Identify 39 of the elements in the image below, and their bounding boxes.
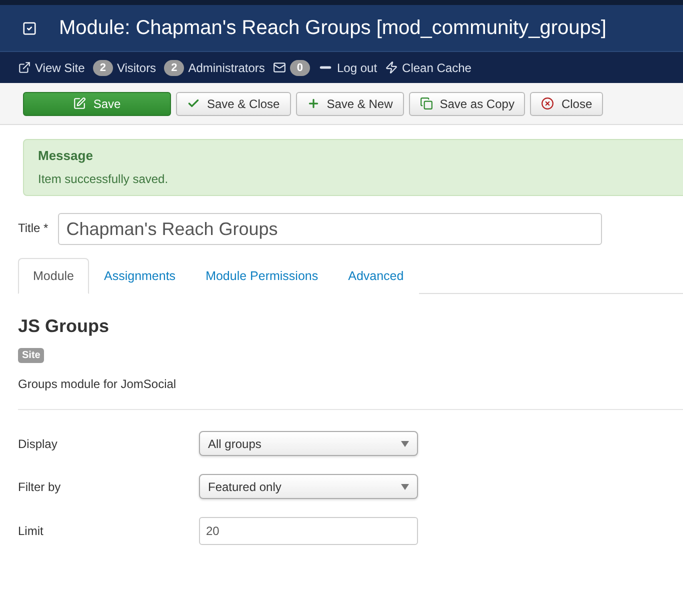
lightning-icon [385, 61, 398, 74]
checkbox-icon [22, 20, 37, 36]
field-label: Limit [18, 524, 44, 538]
caret-icon [401, 440, 409, 446]
close-icon [541, 97, 554, 110]
edit-icon [73, 97, 86, 110]
dropdown[interactable]: All groups [199, 431, 418, 456]
module-description: Groups module for JomSocial [18, 377, 178, 391]
caret-icon [401, 484, 409, 490]
mail-icon [272, 61, 286, 74]
count-badge: 0 [290, 60, 310, 76]
count-badge: 2 [164, 60, 184, 76]
toolbar-button[interactable]: Save as Copy [408, 92, 526, 116]
status-link[interactable]: Administrators [188, 60, 265, 74]
status-link[interactable]: Visitors [116, 60, 156, 74]
toolbar-button[interactable]: Save & Close [176, 92, 291, 116]
alert-heading: Message [38, 148, 94, 163]
module-name: JS Groups [18, 316, 110, 337]
logout-link[interactable]: Log out [337, 60, 378, 74]
toolbar-button[interactable]: Close [530, 92, 604, 116]
site-badge: Site [18, 348, 44, 363]
title-label: Title * [18, 220, 48, 235]
page-title: Module: Chapman's Reach Groups [mod_community_groups] [59, 16, 606, 40]
check-icon [187, 97, 200, 110]
field-label: Filter by [18, 480, 62, 494]
external-link-icon [18, 61, 31, 74]
count-badge: 2 [92, 60, 113, 76]
title-field[interactable]: Chapman's Reach Groups [58, 213, 602, 245]
alert-text: Item successfully saved. [38, 172, 170, 186]
tab[interactable]: Module [18, 258, 89, 294]
input-field[interactable]: 20 [199, 517, 418, 545]
field-label: Display [18, 436, 58, 450]
view-site-link[interactable]: View Site [35, 60, 85, 74]
toolbar-button[interactable]: Save [23, 92, 171, 116]
plus-icon [306, 97, 320, 110]
clean-cache-link[interactable]: Clean Cache [402, 60, 472, 74]
copy-icon [420, 97, 433, 110]
dropdown[interactable]: Featured only [199, 474, 418, 499]
toolbar-button[interactable]: Save & New [296, 92, 404, 116]
